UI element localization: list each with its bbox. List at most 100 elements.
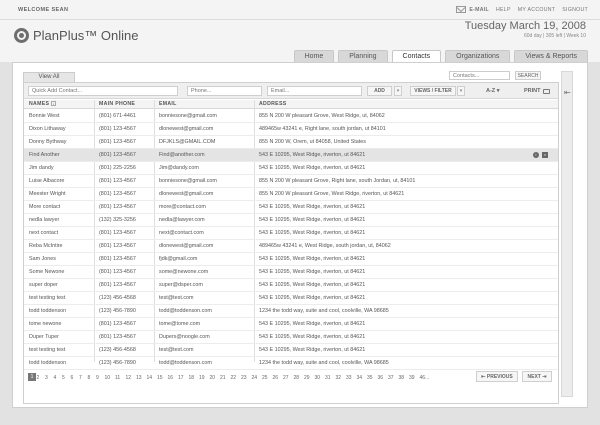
- page-link[interactable]: 35: [367, 375, 373, 381]
- contact-email[interactable]: todd@toddenson.com: [159, 308, 212, 314]
- views-dropdown-arrow[interactable]: ▾: [457, 86, 465, 96]
- table-row[interactable]: todd toddenson (123) 456-7890 todd@toddens…: [24, 305, 558, 318]
- contact-email[interactable]: dlonewest@gmail.com: [159, 191, 213, 197]
- tab-views-reports[interactable]: Views & Reports: [514, 50, 588, 62]
- contact-email[interactable]: Find@another.com: [159, 152, 205, 158]
- previous-button[interactable]: ⇤ PREVIOUS: [476, 371, 518, 382]
- table-row[interactable]: todd toddenson (123) 456-7890 todd@toddens…: [24, 357, 558, 370]
- phone-input[interactable]: [187, 86, 262, 96]
- col-email[interactable]: EMAIL: [159, 101, 177, 107]
- page-link[interactable]: 6: [71, 375, 74, 381]
- logo[interactable]: PlanPlus™ Online: [14, 28, 139, 43]
- table-row[interactable]: Donny Bythway (801) 123-4567 DFJKLS@GMAIL.…: [24, 136, 558, 149]
- page-link[interactable]: 8: [88, 375, 91, 381]
- page-link[interactable]: 15: [157, 375, 163, 381]
- page-link[interactable]: 30: [315, 375, 321, 381]
- date-info[interactable]: 60d day | 305 left | Week 10: [524, 33, 586, 39]
- contact-email[interactable]: bonniesone@gmail.com: [159, 178, 217, 184]
- views-filter-button[interactable]: VIEWS / FILTER: [410, 86, 456, 96]
- table-row[interactable]: test testing test (123) 456-4568 test@test…: [24, 292, 558, 305]
- tab-organizations[interactable]: Organizations: [445, 50, 511, 62]
- contact-email[interactable]: todd@toddenson.com: [159, 360, 212, 366]
- contact-email[interactable]: dlonewest@gmail.com: [159, 243, 213, 249]
- contact-email[interactable]: test@test.com: [159, 347, 194, 353]
- table-row[interactable]: Sam Jones (801) 123-4567 fjdk@gmail.com 543…: [24, 253, 558, 266]
- help-link[interactable]: HELP: [496, 6, 511, 13]
- col-address[interactable]: ADDRESS: [259, 101, 286, 107]
- my-account-link[interactable]: MY ACCOUNT: [518, 6, 556, 13]
- page-link[interactable]: 18: [189, 375, 195, 381]
- az-sort[interactable]: A-Z ▾: [486, 88, 499, 94]
- delete-icon[interactable]: ×: [542, 152, 548, 158]
- contact-email[interactable]: fjdk@gmail.com: [159, 256, 197, 262]
- tab-home[interactable]: Home: [293, 50, 335, 62]
- page-link[interactable]: 1: [28, 373, 36, 381]
- table-row[interactable]: Reba McIntire (801) 123-4567 dlonewest@gma…: [24, 240, 558, 253]
- email-input[interactable]: [267, 86, 362, 96]
- table-row[interactable]: tome newone (801) 123-4567 tome@tome.com 54…: [24, 318, 558, 331]
- add-dropdown-arrow[interactable]: ▾: [394, 86, 402, 96]
- page-link[interactable]: 28: [294, 375, 300, 381]
- table-row[interactable]: Find Another (801) 123-4567 Find@another.c…: [24, 149, 558, 162]
- page-link[interactable]: 9: [96, 375, 99, 381]
- sidebar-toggle[interactable]: ⇤: [561, 71, 573, 397]
- contact-email[interactable]: super@dsper.com: [159, 282, 203, 288]
- page-link[interactable]: 39: [409, 375, 415, 381]
- page-link[interactable]: 33: [346, 375, 352, 381]
- table-row[interactable]: Duper Tuper (801) 123-4567 Dupers@noogle.c…: [24, 331, 558, 344]
- page-link[interactable]: 37: [388, 375, 394, 381]
- contact-email[interactable]: bonniesone@gmail.com: [159, 113, 217, 119]
- tab-planning[interactable]: Planning: [338, 50, 388, 62]
- contact-email[interactable]: dlonewest@gmail.com: [159, 126, 213, 132]
- table-row[interactable]: Some Newone (801) 123-4567 some@newone.com…: [24, 266, 558, 279]
- quick-add-contact-input[interactable]: [28, 86, 178, 96]
- page-link[interactable]: 3: [45, 375, 48, 381]
- contact-email[interactable]: more@contact.com: [159, 204, 206, 210]
- table-row[interactable]: next contact (801) 123-4567 next@contact.c…: [24, 227, 558, 240]
- page-link[interactable]: 17: [178, 375, 184, 381]
- table-row[interactable]: More contact (801) 123-4567 more@contact.c…: [24, 201, 558, 214]
- page-link[interactable]: 11: [115, 375, 120, 381]
- page-link[interactable]: 38: [399, 375, 405, 381]
- page-link[interactable]: 14: [147, 375, 153, 381]
- page-link[interactable]: 20: [210, 375, 216, 381]
- add-button[interactable]: ADD: [367, 86, 392, 96]
- contact-email[interactable]: test@test.com: [159, 295, 194, 301]
- page-link[interactable]: 34: [357, 375, 363, 381]
- page-link[interactable]: 23: [241, 375, 247, 381]
- table-row[interactable]: Jim dandy (801) 225-2256 Jim@dandy.com 543 …: [24, 162, 558, 175]
- contact-email[interactable]: some@newone.com: [159, 269, 208, 275]
- table-row[interactable]: super doper (801) 123-4567 super@dsper.com…: [24, 279, 558, 292]
- contact-email[interactable]: next@contact.com: [159, 230, 204, 236]
- contact-email[interactable]: Jim@dandy.com: [159, 165, 199, 171]
- page-link[interactable]: 16: [168, 375, 174, 381]
- signout-link[interactable]: SIGNOUT: [562, 6, 588, 13]
- table-row[interactable]: Dixon Lithaway (801) 123-4567 dlonewest@gm…: [24, 123, 558, 136]
- tab-contacts[interactable]: Contacts: [391, 50, 442, 62]
- col-main-phone[interactable]: MAIN PHONE: [99, 101, 135, 107]
- page-link[interactable]: 21: [220, 375, 226, 381]
- page-link[interactable]: 32: [336, 375, 342, 381]
- page-link[interactable]: 7: [79, 375, 82, 381]
- page-link[interactable]: 36: [378, 375, 384, 381]
- print-button[interactable]: PRINT: [524, 88, 550, 94]
- page-link[interactable]: 22: [231, 375, 237, 381]
- table-row[interactable]: Meester Wright (801) 123-4567 dlonewest@gm…: [24, 188, 558, 201]
- contacts-search-input[interactable]: [449, 71, 510, 80]
- next-button[interactable]: NEXT ⇥: [522, 371, 552, 382]
- search-button[interactable]: SEARCH: [515, 71, 541, 80]
- page-link[interactable]: 12: [126, 375, 132, 381]
- page-link[interactable]: 4: [54, 375, 57, 381]
- page-link[interactable]: 26: [273, 375, 279, 381]
- page-link[interactable]: 2: [37, 375, 40, 381]
- table-row[interactable]: test testing test (123) 456-4568 test@test…: [24, 344, 558, 357]
- page-link[interactable]: 13: [136, 375, 142, 381]
- col-names[interactable]: NAMES ↓: [29, 101, 57, 107]
- page-link[interactable]: 27: [283, 375, 289, 381]
- table-row[interactable]: Luise Albacore (801) 123-4567 bonniesone@g…: [24, 175, 558, 188]
- contact-email[interactable]: DFJKLS@GMAIL.COM: [159, 139, 215, 145]
- contact-email[interactable]: Dupers@noogle.com: [159, 334, 210, 340]
- info-icon[interactable]: i: [533, 152, 539, 158]
- contact-email[interactable]: nedla@lawyer.com: [159, 217, 205, 223]
- page-link[interactable]: 46...: [420, 375, 430, 381]
